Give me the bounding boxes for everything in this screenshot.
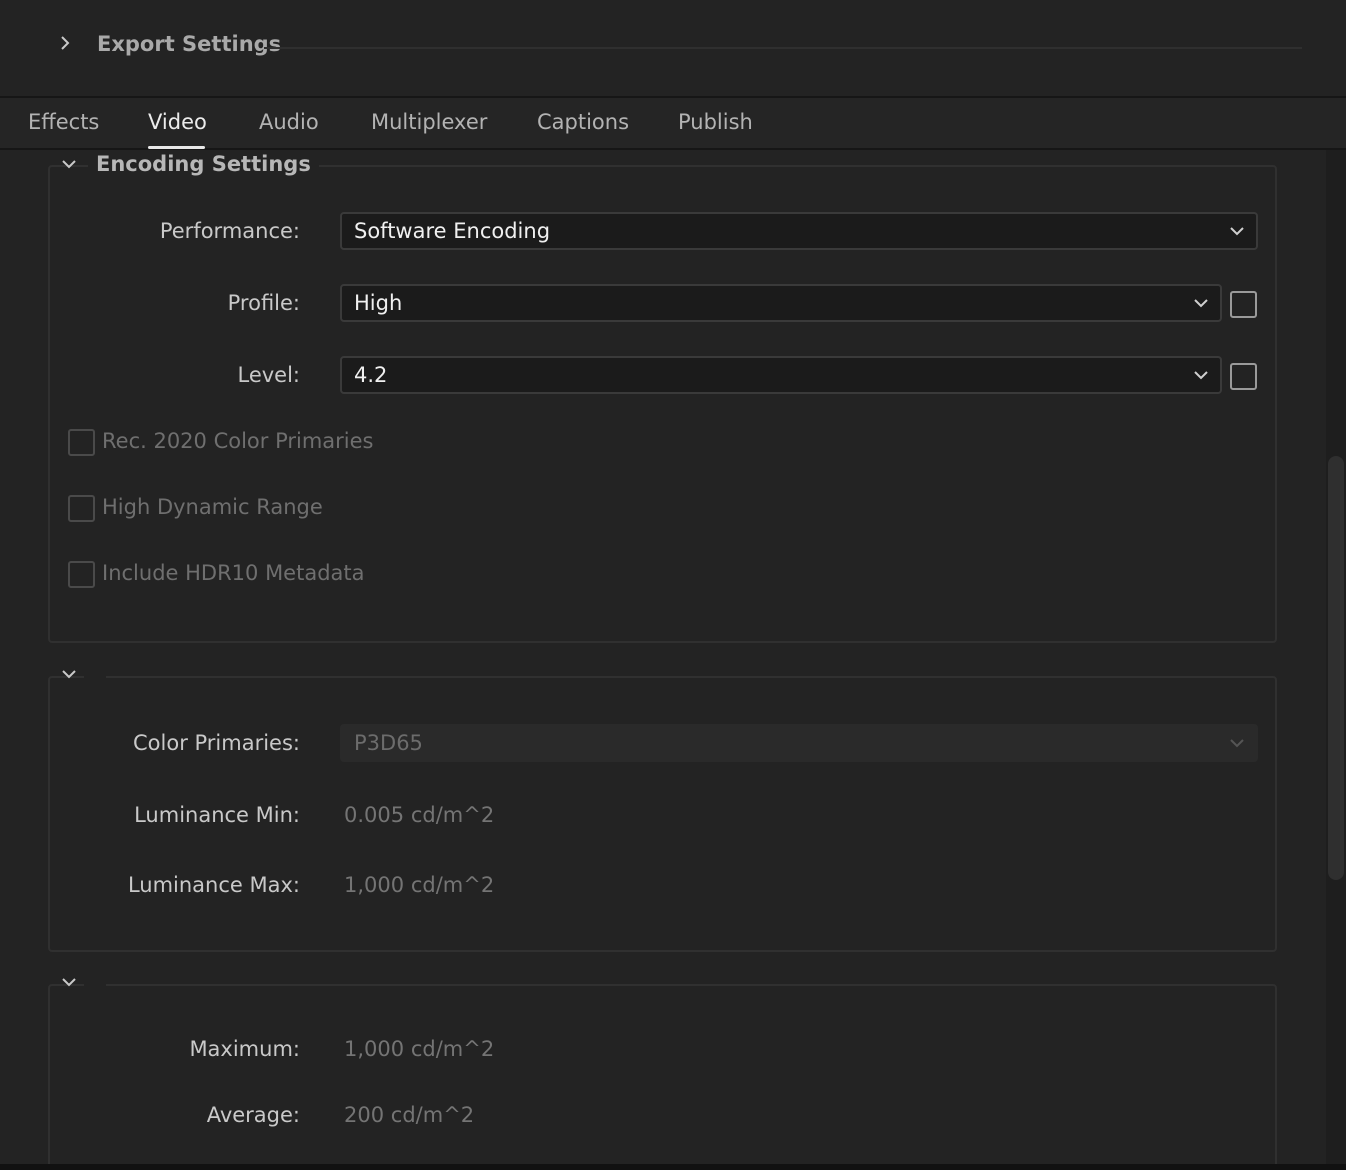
maximum-number: 1,000 <box>344 1037 405 1061</box>
hdr-label: High Dynamic Range <box>102 495 323 519</box>
chevron-down-icon <box>1194 299 1208 308</box>
luminance-max-value[interactable]: 1,000 cd/m^2 <box>344 873 494 897</box>
hdr10-metadata-checkbox[interactable] <box>68 561 95 588</box>
level-value: 4.2 <box>354 363 388 387</box>
chevron-right-icon[interactable] <box>56 32 74 54</box>
profile-value: High <box>354 291 403 315</box>
luminance-min-label: Luminance Min: <box>134 803 300 827</box>
chevron-down-icon[interactable] <box>58 972 80 992</box>
content-light-group <box>48 984 1277 1164</box>
performance-value: Software Encoding <box>354 219 551 243</box>
luminance-min-unit: cd/m^2 <box>410 803 495 827</box>
settings-panel: Encoding Settings Performance: Software … <box>0 150 1326 1164</box>
tab-captions[interactable]: Captions <box>537 110 629 134</box>
rec2020-checkbox[interactable] <box>68 429 95 456</box>
chevron-down-icon <box>1194 371 1208 380</box>
chevron-down-icon[interactable] <box>58 154 80 174</box>
maximum-unit: cd/m^2 <box>410 1037 495 1061</box>
maximum-value[interactable]: 1,000 cd/m^2 <box>344 1037 494 1061</box>
group-header-gap <box>84 981 106 987</box>
performance-dropdown[interactable]: Software Encoding <box>340 212 1258 250</box>
divider <box>264 47 1302 49</box>
level-checkbox[interactable] <box>1230 363 1257 390</box>
level-dropdown[interactable]: 4.2 <box>340 356 1222 394</box>
color-primaries-dropdown[interactable]: P3D65 <box>340 724 1258 762</box>
chevron-down-icon <box>1230 227 1244 236</box>
luminance-max-number: 1,000 <box>344 873 405 897</box>
profile-dropdown[interactable]: High <box>340 284 1222 322</box>
average-number: 200 <box>344 1103 385 1127</box>
bottom-edge <box>0 1164 1346 1170</box>
scrollbar-thumb[interactable] <box>1328 456 1344 880</box>
export-settings-title: Export Settings <box>97 32 282 56</box>
hdr-checkbox[interactable] <box>68 495 95 522</box>
tab-bar: Effects Video Audio Multiplexer Captions… <box>0 96 1346 150</box>
level-label: Level: <box>237 363 300 387</box>
active-tab-indicator <box>148 146 205 149</box>
tab-publish[interactable]: Publish <box>678 110 753 134</box>
performance-label: Performance: <box>159 219 300 243</box>
export-settings-header[interactable]: Export Settings <box>0 0 1346 96</box>
rec2020-label: Rec. 2020 Color Primaries <box>102 429 374 453</box>
encoding-settings-title: Encoding Settings <box>88 152 319 176</box>
luminance-max-label: Luminance Max: <box>127 873 300 897</box>
color-primaries-label: Color Primaries: <box>133 731 300 755</box>
tab-video[interactable]: Video <box>148 110 207 134</box>
luminance-min-value[interactable]: 0.005 cd/m^2 <box>344 803 494 827</box>
average-unit: cd/m^2 <box>390 1103 475 1127</box>
color-primaries-value: P3D65 <box>354 731 423 755</box>
group-header-gap <box>84 673 106 679</box>
tab-multiplexer[interactable]: Multiplexer <box>371 110 487 134</box>
chevron-down-icon <box>1230 739 1244 748</box>
chevron-down-icon[interactable] <box>58 664 80 684</box>
luminance-min-number: 0.005 <box>344 803 405 827</box>
tab-effects[interactable]: Effects <box>28 110 99 134</box>
profile-checkbox[interactable] <box>1230 291 1257 318</box>
average-label: Average: <box>206 1103 300 1127</box>
hdr10-metadata-label: Include HDR10 Metadata <box>102 561 365 585</box>
profile-label: Profile: <box>227 291 300 315</box>
tab-audio[interactable]: Audio <box>259 110 319 134</box>
luminance-max-unit: cd/m^2 <box>410 873 495 897</box>
average-value[interactable]: 200 cd/m^2 <box>344 1103 474 1127</box>
maximum-label: Maximum: <box>189 1037 300 1061</box>
